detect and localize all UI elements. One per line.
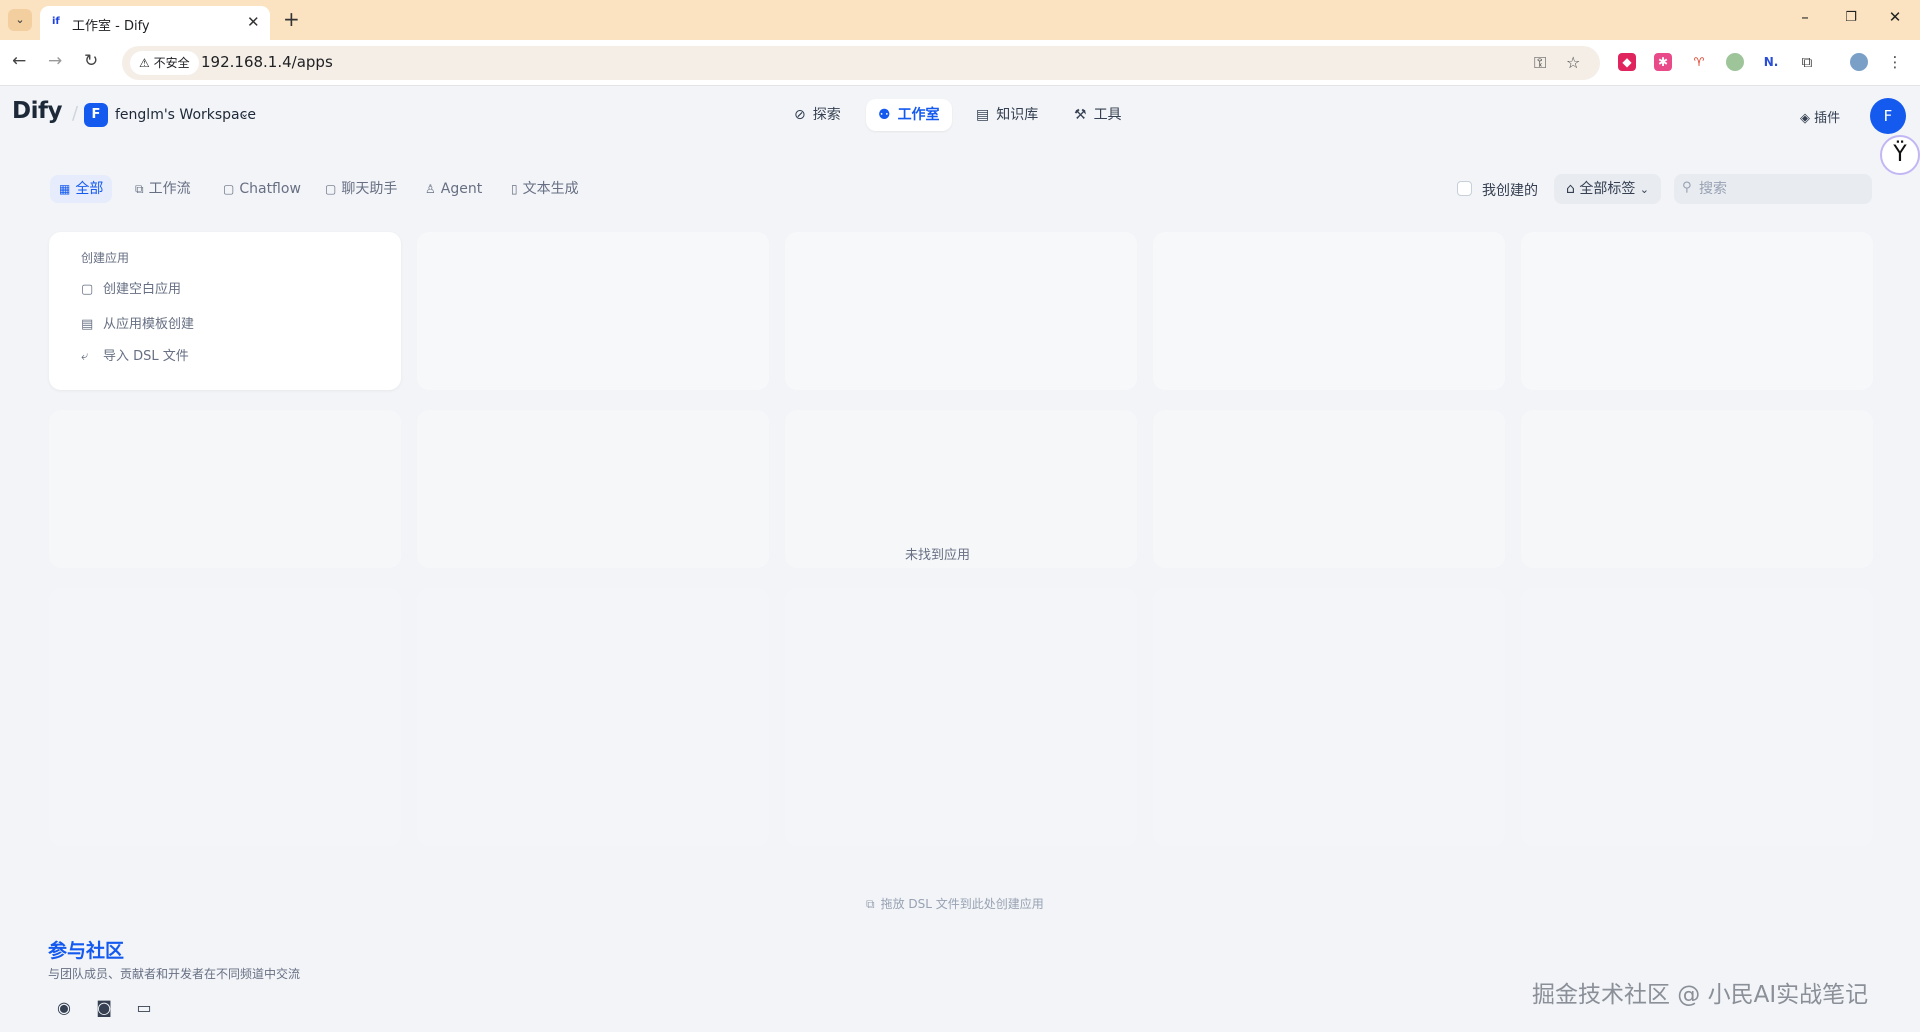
restore-icon[interactable]: ❐ bbox=[1836, 10, 1866, 25]
tab-search-chevron-icon[interactable]: ⌄ bbox=[8, 9, 32, 31]
back-icon[interactable]: ← bbox=[12, 51, 26, 71]
placeholder-card bbox=[785, 588, 1137, 846]
created-by-me-label[interactable]: 我创建的 bbox=[1482, 180, 1538, 200]
placeholder-card bbox=[1153, 588, 1505, 846]
template-icon: ▤ bbox=[81, 317, 94, 332]
create-app-card: 创建应用 ▢ 创建空白应用 ▤ 从应用模板创建 ⤶ 导入 DSL 文件 bbox=[49, 232, 401, 390]
extension-green-dot-icon[interactable] bbox=[1726, 53, 1744, 71]
nav-tools[interactable]: ⚒ 工具 bbox=[1062, 99, 1134, 131]
omnibox[interactable]: ⚠ 不安全 192.168.1.4/apps ⚿ ☆ bbox=[122, 46, 1600, 80]
watermark-text: 掘金技术社区 @ 小民AI实战笔记 bbox=[1532, 982, 1869, 1008]
search-box: ⚲ bbox=[1674, 174, 1872, 204]
new-tab-icon[interactable]: + bbox=[283, 7, 300, 31]
placeholder-card bbox=[1521, 410, 1873, 568]
chevron-down-icon: ⌄ bbox=[1639, 183, 1650, 196]
github-icon[interactable]: ◉ bbox=[53, 997, 75, 1019]
browser-tab-bar: ⌄ if 工作室 - Dify ✕ + – ❐ ✕ bbox=[0, 0, 1920, 40]
create-app-title: 创建应用 bbox=[81, 251, 130, 265]
extension-antenna-icon[interactable]: ♈ bbox=[1690, 53, 1708, 71]
import-icon: ⤶ bbox=[81, 349, 89, 364]
chat-bubble-icon: ▢ bbox=[325, 182, 337, 196]
placeholder-card bbox=[1521, 588, 1873, 846]
tag-filter-select[interactable]: ⌂ 全部标签 ⌄ bbox=[1554, 174, 1662, 204]
filter-tab-workflow[interactable]: ⧉ 工作流 bbox=[126, 175, 200, 203]
forward-icon[interactable]: → bbox=[48, 51, 62, 71]
placeholder-card bbox=[785, 232, 1137, 390]
create-from-template-button[interactable]: ▤ 从应用模板创建 bbox=[81, 313, 194, 332]
forum-icon[interactable]: ▭ bbox=[133, 997, 155, 1019]
dify-logo[interactable]: Dify bbox=[12, 98, 62, 124]
hammer-icon: ⚒ bbox=[1074, 107, 1087, 123]
filter-tab-text-generation[interactable]: ▯ 文本生成 bbox=[502, 175, 588, 203]
reload-icon[interactable]: ↻ bbox=[84, 51, 98, 71]
browser-menu-icon[interactable]: ⋮ bbox=[1886, 53, 1904, 71]
file-drop-icon: ⧉ bbox=[866, 897, 875, 911]
tag-icon: ⌂ bbox=[1566, 181, 1575, 197]
book-icon: ▤ bbox=[976, 107, 990, 123]
community-title: 参与社区 bbox=[48, 940, 125, 962]
tab-close-icon[interactable]: ✕ bbox=[247, 13, 260, 31]
url-text[interactable]: 192.168.1.4/apps bbox=[201, 53, 333, 71]
created-by-me-checkbox[interactable] bbox=[1457, 181, 1472, 196]
placeholder-card bbox=[1153, 232, 1505, 390]
placeholder-card bbox=[417, 588, 769, 846]
extension-n-icon[interactable]: N. bbox=[1762, 53, 1780, 71]
dify-favicon-icon: if bbox=[52, 16, 60, 27]
agent-icon: ♙ bbox=[425, 182, 436, 196]
no-apps-found-text: 未找到应用 bbox=[905, 548, 971, 563]
filter-tab-agent[interactable]: ♙ Agent bbox=[416, 175, 491, 203]
placeholder-card bbox=[49, 410, 401, 568]
nav-explore[interactable]: ⊘ 探索 bbox=[782, 99, 853, 131]
dsl-drop-hint: ⧉ 拖放 DSL 文件到此处创建应用 bbox=[866, 897, 1044, 911]
filter-tab-chatflow[interactable]: ▢ Chatflow bbox=[214, 175, 310, 203]
workspace-avatar[interactable]: F bbox=[84, 103, 108, 127]
compass-icon: ⊘ bbox=[794, 107, 806, 123]
profile-avatar-icon[interactable] bbox=[1850, 53, 1868, 71]
placeholder-card bbox=[417, 410, 769, 568]
cube-icon: ◈ bbox=[1800, 111, 1810, 126]
placeholder-card bbox=[49, 588, 401, 846]
filter-tab-chatbot[interactable]: ▢ 聊天助手 bbox=[316, 175, 406, 203]
app-header: Dify / F fenglm's Workspace ⌄ ⊘ 探索 ⚉ 工作室 ▤… bbox=[0, 87, 1920, 143]
address-bar-row: ← → ↻ ⚠ 不安全 192.168.1.4/apps ⚿ ☆ ◆ ✱ ♈ N… bbox=[0, 40, 1920, 86]
workspace-name[interactable]: fenglm's Workspace bbox=[115, 107, 256, 123]
blank-file-icon: ▢ bbox=[81, 282, 94, 297]
community-description: 与团队成员、贡献者和开发者在不同频道中交流 bbox=[48, 967, 301, 981]
discord-icon[interactable]: ◙ bbox=[93, 997, 115, 1019]
user-avatar[interactable]: F bbox=[1870, 98, 1906, 134]
close-window-icon[interactable]: ✕ bbox=[1880, 8, 1910, 26]
placeholder-card bbox=[417, 232, 769, 390]
not-secure-badge[interactable]: ⚠ 不安全 bbox=[130, 51, 199, 75]
tab-title: 工作室 - Dify bbox=[72, 19, 150, 34]
nav-studio[interactable]: ⚉ 工作室 bbox=[866, 99, 952, 131]
robot-icon: ⚉ bbox=[878, 107, 891, 123]
text-file-icon: ▯ bbox=[511, 182, 518, 196]
extension-shield-icon[interactable]: ◆ bbox=[1618, 53, 1636, 71]
create-blank-app-button[interactable]: ▢ 创建空白应用 bbox=[81, 278, 181, 297]
workflow-icon: ⧉ bbox=[135, 182, 144, 196]
chevron-down-icon[interactable]: ⌄ bbox=[240, 107, 249, 120]
key-icon[interactable]: ⚿ bbox=[1534, 53, 1546, 73]
header-separator: / bbox=[72, 103, 79, 124]
grid-icon: ▦ bbox=[59, 182, 71, 196]
extensions-puzzle-icon[interactable]: ⧉ bbox=[1798, 53, 1816, 71]
browser-tab[interactable]: if 工作室 - Dify ✕ bbox=[40, 6, 270, 40]
floating-assistant-icon[interactable]: Ÿ bbox=[1880, 135, 1920, 175]
minimize-icon[interactable]: – bbox=[1790, 8, 1820, 26]
chatflow-icon: ▢ bbox=[223, 182, 235, 196]
search-icon: ⚲ bbox=[1682, 180, 1692, 195]
plugins-button[interactable]: ◈ 插件 bbox=[1800, 107, 1840, 126]
search-input[interactable] bbox=[1699, 174, 1867, 204]
extension-pink-icon[interactable]: ✱ bbox=[1654, 53, 1672, 71]
import-dsl-button[interactable]: ⤶ 导入 DSL 文件 bbox=[81, 345, 189, 364]
placeholder-card bbox=[1153, 410, 1505, 568]
placeholder-card bbox=[1521, 232, 1873, 390]
bookmark-star-icon[interactable]: ☆ bbox=[1566, 53, 1580, 72]
nav-knowledge[interactable]: ▤ 知识库 bbox=[964, 99, 1050, 131]
filter-tab-all[interactable]: ▦ 全部 bbox=[50, 175, 113, 203]
